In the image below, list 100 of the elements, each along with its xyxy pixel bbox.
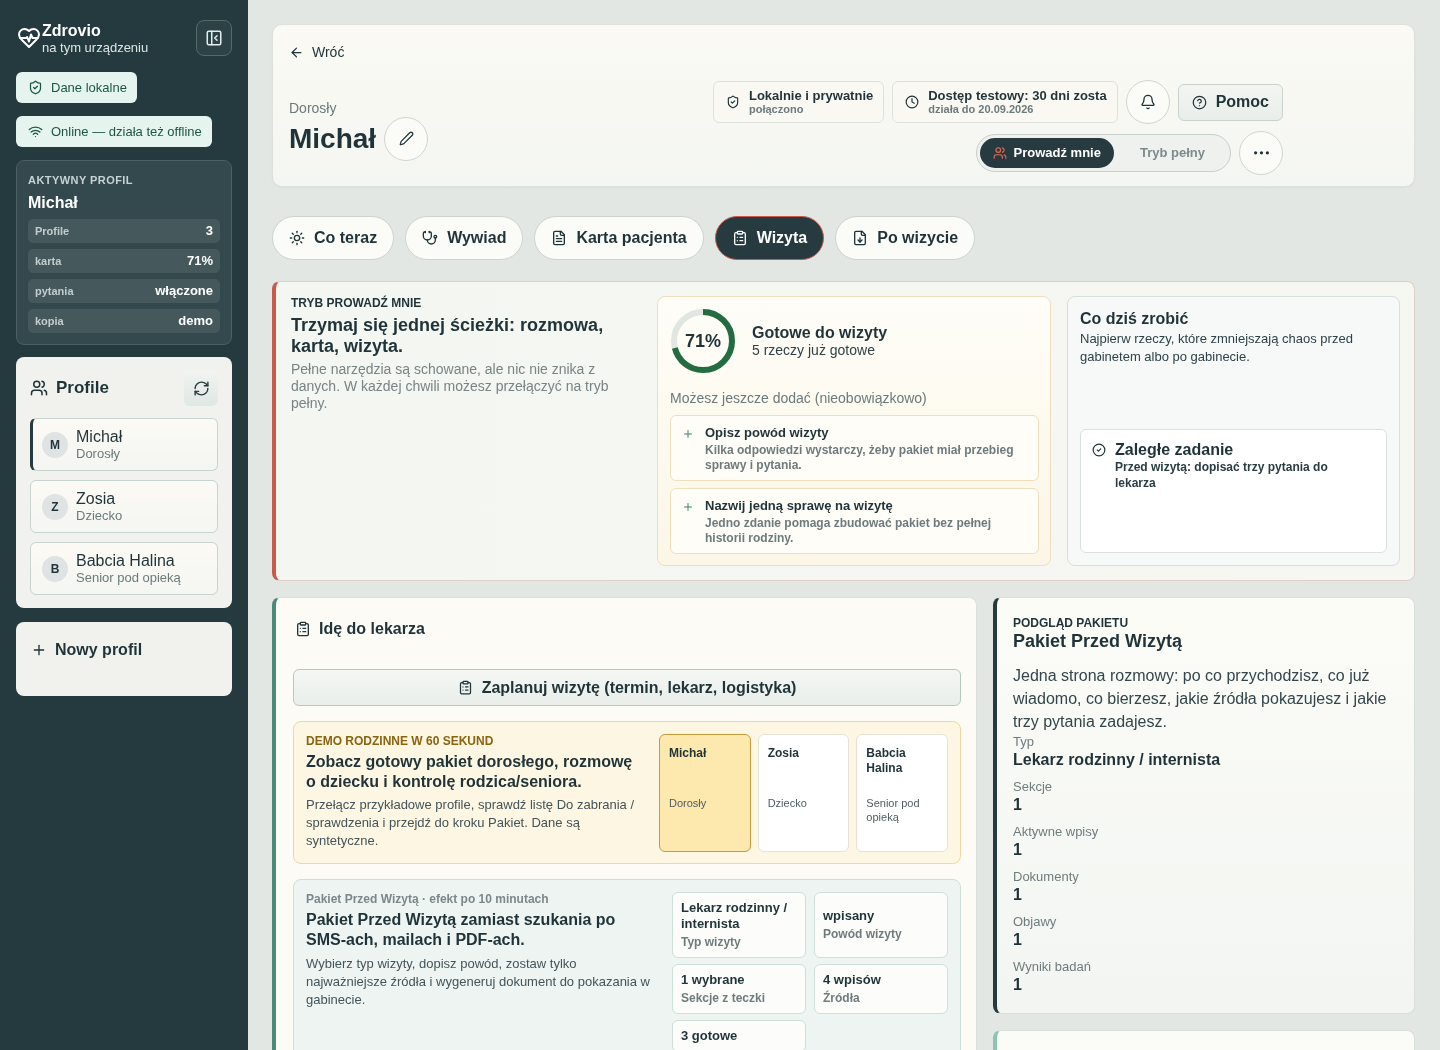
suggestion-text: Jedno zdanie pomaga zbudować pakiet bez pełnej historii rodziny. (705, 516, 993, 546)
profile-item[interactable]: B Babcia Halina Senior pod opieką (30, 542, 218, 595)
new-profile-button[interactable]: Nowy profil (16, 622, 232, 696)
card-title: Co dziś zrobić (1080, 309, 1190, 328)
field-value: Lekarz rodzinny / internista (1013, 750, 1222, 770)
field-value: 1 (1013, 975, 1023, 995)
stethoscope-icon (422, 230, 439, 246)
collapse-sidebar-button[interactable] (196, 20, 232, 56)
refresh-icon (192, 379, 210, 397)
document-arrow-icon (852, 230, 869, 246)
section-text: Przełącz przykładowe profile, sprawdź listę Do zabrania / sprawdzenia i przejdź do kroku Pakiet. Dane są syntetyczne. (306, 796, 636, 850)
plus-icon (31, 642, 47, 658)
field-label: Wyniki badań (1013, 958, 1092, 975)
field-label: Dokumenty (1013, 868, 1080, 885)
more-icon (1253, 151, 1269, 155)
section-title: Trzymaj się jednej ścieżki: rozmowa, karta, wizyta. (291, 315, 605, 357)
demo-profile-tile[interactable]: Babcia Halina Senior pod opieką (856, 734, 948, 852)
fact-value: 1 wybrane (681, 972, 746, 988)
field-label: Typ (1013, 733, 1035, 750)
section-title: Pakiet Przed Wizytą (1013, 630, 1183, 652)
people-icon (992, 146, 1007, 160)
section-text: Wybierz typ wizyty, dopisz powód, zostaw tylko najważniejsze źródła i wygeneruj dokument do pokazania w gabinecie. (306, 955, 651, 1009)
suggestion-title: Nazwij jedną sprawę na wizytę (705, 498, 894, 514)
stat-value: 3 (205, 222, 213, 241)
section-title: Zobacz gotowy pakiet dorosłego, rozmowę o dziecku i kontrolę rodzica/seniora. (306, 752, 634, 792)
wifi-icon (28, 124, 43, 139)
tab[interactable]: Po wizycie (835, 216, 976, 260)
task-card[interactable]: Zaległe zadanie Przed wizytą: dopisać trzy pytania do lekarza (1080, 429, 1387, 553)
mode-option[interactable]: Prowadź mnie (979, 138, 1114, 168)
suggestion-title: Opisz powód wizyty (705, 425, 830, 441)
pencil-icon (398, 131, 414, 146)
section-eyebrow: Pakiet Przed Wizytą · efekt po 10 minutach (306, 892, 550, 906)
status-text: Online — działa też offline (51, 122, 202, 141)
section-heading: AKTYWNY PROFIL (28, 173, 134, 187)
clipboard-icon (295, 621, 311, 637)
panel-title: Profile (56, 377, 109, 400)
chip-title: Dostęp testowy: 30 dni zosta (928, 88, 1107, 103)
suggestion-item[interactable]: Nazwij jedną sprawę na wizytę Jedno zdanie pomaga zbudować pakiet bez pełnej historii rodziny. (670, 488, 1039, 554)
bell-icon (1139, 94, 1156, 110)
fact-label: Typ wizyty (681, 934, 742, 950)
demo-profile-tile[interactable]: Michał Dorosły (659, 734, 751, 852)
avatar-initial: M (42, 431, 68, 458)
profile-name: Zosia (76, 489, 117, 508)
section-title: Pakiet Przed Wizytą zamiast szukania po SMS-ach, mailach i PDF-ach. (306, 910, 617, 950)
chip-subtitle: działa do 20.09.2026 (928, 103, 1035, 116)
help-button[interactable]: Pomoc (1177, 83, 1283, 121)
back-link[interactable]: Wróć (289, 42, 345, 62)
tab[interactable]: Wizyta (714, 216, 825, 260)
tab[interactable]: Wywiad (405, 216, 524, 260)
clock-icon (905, 95, 920, 109)
fact-label: Sekcje z teczki (681, 990, 767, 1006)
field-value: 1 (1013, 930, 1023, 950)
readiness-title: Gotowe do wizyty (752, 323, 888, 342)
tab[interactable]: Co teraz (272, 216, 395, 260)
demo-profile-tile[interactable]: Zosia Dziecko (757, 734, 850, 852)
profile-name: Babcia Halina (866, 746, 907, 777)
readiness-subtitle: 5 rzeczy już gotowe (752, 342, 876, 359)
clipboard-icon (731, 230, 748, 246)
stat-label: Profile (35, 223, 70, 239)
fact-value: 4 wpisów (823, 972, 882, 988)
check-circle-icon (1092, 443, 1106, 457)
stat-value: 71% (186, 252, 213, 271)
document-icon (551, 230, 568, 246)
profile-role: Dorosły (669, 796, 707, 810)
section-eyebrow: TRYB PROWADŹ MNIE (291, 296, 423, 310)
profile-role: Senior pod opieką (76, 569, 181, 586)
field-value: 1 (1013, 795, 1023, 815)
section-eyebrow: PODGLĄD PAKIETU (1013, 616, 1130, 630)
shield-check-icon (725, 95, 740, 109)
section-text: Jedna strona rozmowy: po co przychodzisz, co już wiadomo, co bierzesz, jakie źródła pokazujesz i jakie trzy pytania zadajesz. (1013, 666, 1388, 732)
profile-item[interactable]: Z Zosia Dziecko (30, 480, 218, 533)
clipboard-icon (457, 680, 473, 695)
profile-name: Michał (669, 746, 707, 762)
fact-value: Lekarz rodzinny / internista (681, 900, 789, 932)
notifications-button[interactable] (1125, 80, 1170, 124)
shield-check-icon (28, 80, 43, 95)
active-profile-name: Michał (28, 193, 79, 213)
collapse-sidebar-icon (205, 29, 223, 47)
profile-name: Michał (76, 427, 123, 446)
field-value: 1 (1013, 885, 1023, 905)
fact-label: Źródła (823, 990, 861, 1006)
task-title: Zaległe zadanie (1115, 440, 1235, 459)
profile-role: Dziecko (76, 507, 123, 524)
profile-role: Dorosły (76, 445, 122, 462)
plan-visit-button[interactable]: Zaplanuj wizytę (termin, lekarz, logistyka) (293, 669, 961, 706)
people-icon (30, 379, 48, 397)
stat-value: demo (178, 312, 213, 331)
suggestion-item[interactable]: Opisz powód wizyty Kilka odpowiedzi wystarczy, żeby pakiet miał przebieg sprawy i pytania. (670, 415, 1039, 481)
fact-label: Powód wizyty (823, 926, 903, 942)
status-text: Dane lokalne (51, 78, 127, 97)
field-label: Aktywne wpisy (1013, 823, 1100, 840)
fact-value: wpisany (823, 908, 876, 924)
field-label: Sekcje (1013, 778, 1054, 795)
tab[interactable]: Karta pacjenta (534, 216, 704, 260)
plus-icon (682, 428, 694, 440)
task-text: Przed wizytą: dopisać trzy pytania do lekarza (1115, 459, 1329, 491)
avatar-initial: B (42, 555, 68, 582)
chip-title: Lokalnie i prywatnie (748, 88, 874, 103)
progress-percent: 71% (685, 329, 721, 353)
section-eyebrow: DEMO RODZINNE W 60 SEKUND (306, 734, 495, 748)
